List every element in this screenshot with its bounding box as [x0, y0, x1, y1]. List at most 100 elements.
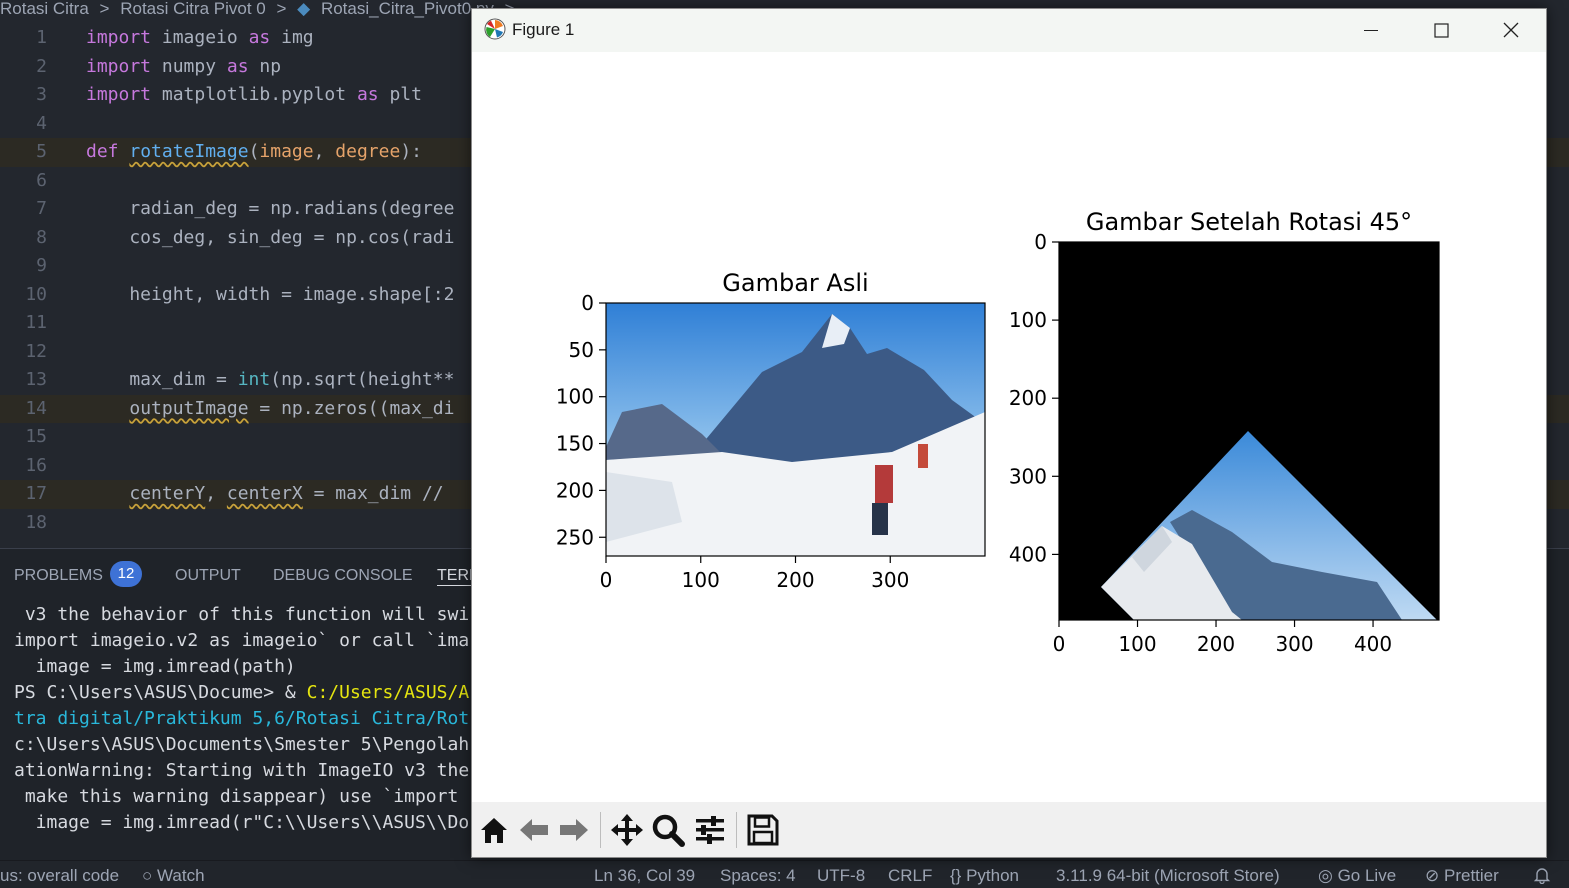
- watch-button[interactable]: ○ Watch: [142, 866, 205, 886]
- breadcrumb-separator: >: [99, 0, 110, 18]
- indentation[interactable]: Spaces: 4: [720, 866, 796, 886]
- line-number: 12: [25, 340, 47, 362]
- home-icon[interactable]: [476, 812, 512, 848]
- y-tick-label: 300: [1009, 464, 1047, 488]
- y-tick-label: 200: [556, 478, 594, 502]
- toolbar-separator: [600, 812, 601, 848]
- status-focus[interactable]: us: overall code: [0, 866, 119, 886]
- toolbar-separator: [736, 812, 737, 848]
- maximize-button[interactable]: [1407, 9, 1475, 52]
- breadcrumb-item[interactable]: Rotasi_Citra_Pivot0.py: [321, 0, 494, 18]
- line-number: 15: [25, 426, 47, 447]
- forward-arrow-icon[interactable]: [556, 812, 592, 848]
- figure-window[interactable]: Figure 1 0 100 200 300 0 50 100 150 200 …: [471, 8, 1547, 858]
- window-title: Figure 1: [512, 20, 575, 39]
- tab-output[interactable]: OUTPUT: [175, 567, 241, 585]
- line-number: 16: [25, 454, 47, 476]
- go-live-button[interactable]: ◎ Go Live: [1318, 866, 1396, 886]
- y-tick-label: 200: [1009, 386, 1047, 410]
- prettier-label: Prettier: [1443, 866, 1499, 885]
- terminal-line: make this warning disappear) use `import: [14, 786, 470, 807]
- code-text: import numpy as np: [86, 55, 282, 77]
- subplot-title: Gambar Asli: [722, 269, 868, 297]
- x-tick-label: 200: [776, 568, 814, 592]
- code-text: height, width = image.shape[:2: [86, 283, 455, 305]
- code-text: max_dim = int(np.sqrt(height**: [86, 369, 455, 390]
- terminal-line: image = img.imread(r"C:\\Users\\ASUS\\Do: [14, 812, 470, 833]
- prettier-button[interactable]: ⊘ Prettier: [1425, 866, 1499, 886]
- x-tick-label: 100: [682, 568, 720, 592]
- y-tick-label: 0: [1034, 230, 1047, 254]
- bell-icon[interactable]: [1533, 866, 1551, 888]
- pan-icon[interactable]: [609, 812, 645, 848]
- line-number: 9: [36, 255, 47, 276]
- climber-legs: [872, 503, 888, 535]
- breadcrumb-item[interactable]: Rotasi Citra Pivot 0: [120, 0, 266, 18]
- line-number: 2: [36, 55, 47, 77]
- terminal-command: C:/Users/ASUS/A: [306, 682, 470, 703]
- y-tick-label: 400: [1009, 542, 1047, 566]
- line-number: 4: [36, 112, 47, 134]
- figure-plot: 0 100 200 300 0 50 100 150 200 250 Gambar Asli 0 1…: [556, 208, 1440, 656]
- minimize-button[interactable]: [1337, 9, 1405, 52]
- y-tick-label: 0: [581, 291, 594, 315]
- code-text: centerY, centerX = max_dim //: [129, 483, 455, 504]
- line-number: 6: [36, 169, 47, 191]
- code-text: def rotateImage(image, degree):: [86, 141, 423, 162]
- code-text: radian_deg = np.radians(degree: [86, 198, 455, 219]
- breadcrumb-item[interactable]: Rotasi Citra: [0, 0, 89, 18]
- terminal-line: import imageio.v2 as imageio` or call `i…: [14, 630, 470, 651]
- y-tick-label: 100: [556, 385, 594, 409]
- code-text: cos_deg, sin_deg = np.cos(radi: [86, 226, 455, 248]
- minimize-icon: [1364, 30, 1378, 31]
- terminal-line: c:\Users\ASUS\Documents\Smester 5\Pengol…: [14, 734, 470, 755]
- climber: [875, 465, 893, 503]
- line-number: 10: [25, 283, 47, 305]
- maximize-icon: [1434, 23, 1449, 38]
- code-text: import imageio as img: [86, 27, 314, 48]
- terminal-prompt: PS C:\Users\ASUS\Docume> &: [14, 682, 307, 703]
- problems-count-badge: 12: [110, 561, 142, 587]
- cursor-position[interactable]: Ln 36, Col 39: [594, 866, 695, 886]
- tab-problems[interactable]: PROBLEMS: [14, 567, 103, 585]
- language-mode[interactable]: {} Python: [950, 866, 1019, 886]
- tab-debug-console[interactable]: DEBUG CONSOLE: [273, 567, 413, 585]
- line-number: 17: [25, 483, 47, 504]
- python-interpreter[interactable]: 3.11.9 64-bit (Microsoft Store): [1056, 866, 1280, 886]
- line-number: 7: [36, 198, 47, 219]
- line-number: 13: [25, 369, 47, 390]
- status-bar: us: overall code ○ Watch Ln 36, Col 39 S…: [0, 860, 1569, 888]
- window-title-bar[interactable]: Figure 1: [472, 9, 1546, 52]
- original-image: [606, 303, 985, 556]
- line-number: 5: [36, 141, 47, 162]
- navigation-toolbar: [472, 802, 1546, 857]
- figure-canvas[interactable]: 0 100 200 300 0 50 100 150 200 250 Gambar Asli 0 1…: [472, 52, 1546, 802]
- save-icon[interactable]: [745, 812, 781, 848]
- subplot-original: 0 100 200 300 0 50 100 150 200 250 Gambar Asli: [556, 269, 986, 592]
- close-button[interactable]: [1477, 9, 1545, 52]
- line-number: 18: [25, 511, 47, 533]
- zoom-icon[interactable]: [650, 812, 686, 848]
- x-tick-label: 300: [871, 568, 909, 592]
- terminal-line: tra digital/Praktikum 5,6/Rotasi Citra/R…: [14, 708, 470, 729]
- line-number: 8: [36, 226, 47, 248]
- encoding[interactable]: UTF-8: [817, 866, 865, 886]
- go-live-label: Go Live: [1337, 866, 1397, 885]
- subplot-title: Gambar Setelah Rotasi 45°: [1086, 208, 1412, 236]
- line-number: 3: [36, 84, 47, 105]
- x-tick-label: 300: [1275, 632, 1313, 656]
- back-arrow-icon[interactable]: [516, 812, 552, 848]
- subplot-rotated: 0 100 200 300 400 0 100 200 300 400 Gambar Setela…: [1009, 208, 1440, 656]
- line-number: 11: [25, 312, 47, 333]
- x-tick-label: 100: [1118, 632, 1156, 656]
- y-tick-label: 50: [569, 338, 594, 362]
- python-file-icon: ◆: [297, 0, 311, 18]
- line-ending[interactable]: CRLF: [888, 866, 932, 886]
- y-tick-label: 150: [556, 432, 594, 456]
- circle-icon: ○: [142, 866, 153, 885]
- code-text: outputImage = np.zeros((max_di: [129, 397, 455, 419]
- configure-subplots-icon[interactable]: [692, 812, 728, 848]
- terminal-line: v3 the behavior of this function will sw…: [14, 604, 470, 625]
- breadcrumb-separator: >: [276, 0, 287, 18]
- y-tick-label: 100: [1009, 308, 1047, 332]
